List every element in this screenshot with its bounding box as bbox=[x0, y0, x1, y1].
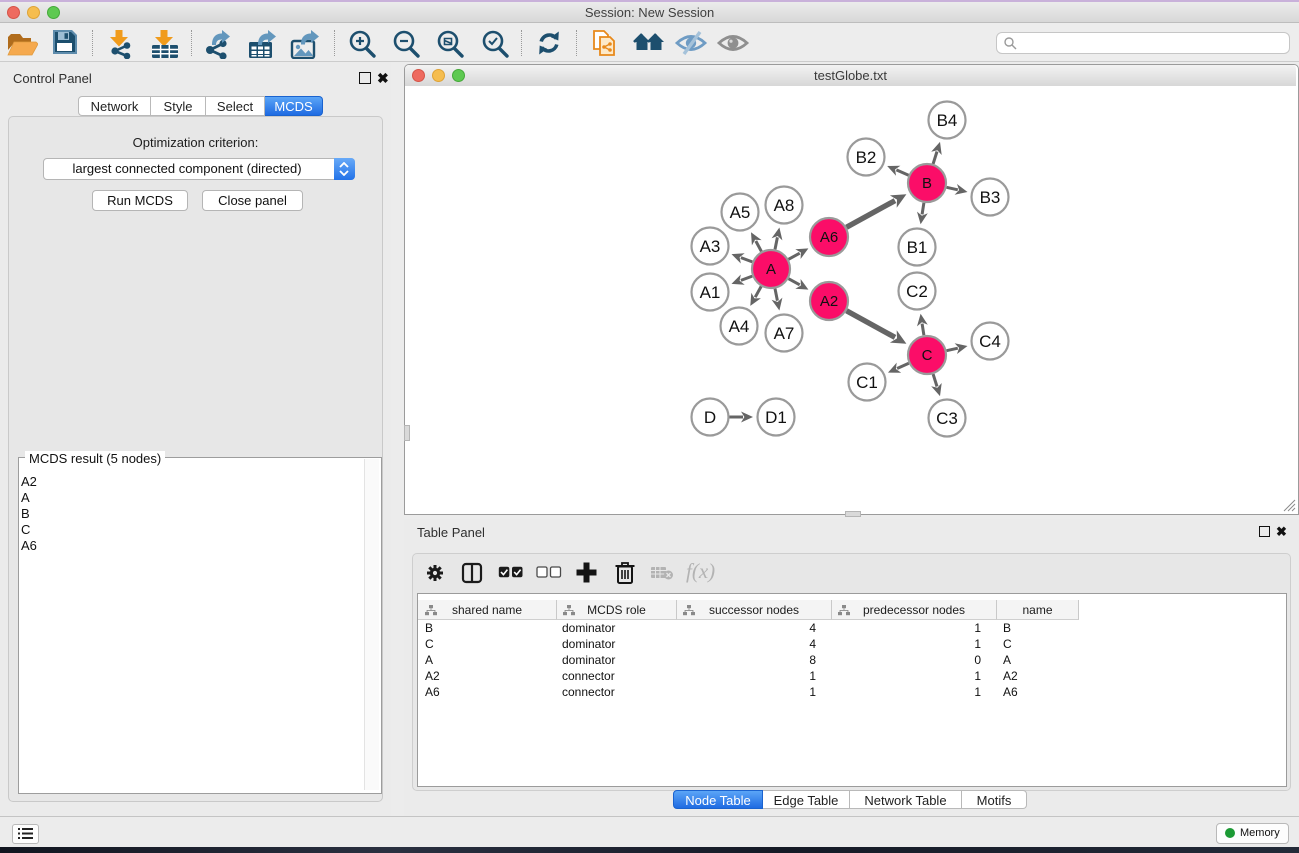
svg-text:A8: A8 bbox=[774, 196, 795, 215]
svg-text:A3: A3 bbox=[700, 237, 721, 256]
svg-text:A6: A6 bbox=[820, 229, 838, 246]
svg-text:D: D bbox=[704, 408, 716, 427]
svg-text:D1: D1 bbox=[765, 408, 787, 427]
svg-text:C1: C1 bbox=[856, 373, 878, 392]
svg-text:A5: A5 bbox=[730, 203, 751, 222]
svg-text:C3: C3 bbox=[936, 409, 958, 428]
svg-text:B3: B3 bbox=[980, 188, 1001, 207]
svg-text:B2: B2 bbox=[856, 148, 877, 167]
svg-text:C4: C4 bbox=[979, 332, 1001, 351]
svg-text:B: B bbox=[922, 175, 932, 192]
svg-text:A4: A4 bbox=[729, 317, 750, 336]
svg-text:B4: B4 bbox=[937, 111, 958, 130]
svg-text:C: C bbox=[922, 347, 933, 364]
svg-text:A2: A2 bbox=[820, 293, 838, 310]
svg-text:A1: A1 bbox=[700, 283, 721, 302]
svg-text:A: A bbox=[766, 261, 776, 278]
svg-text:C2: C2 bbox=[906, 282, 928, 301]
svg-text:A7: A7 bbox=[774, 324, 795, 343]
svg-text:B1: B1 bbox=[907, 238, 928, 257]
